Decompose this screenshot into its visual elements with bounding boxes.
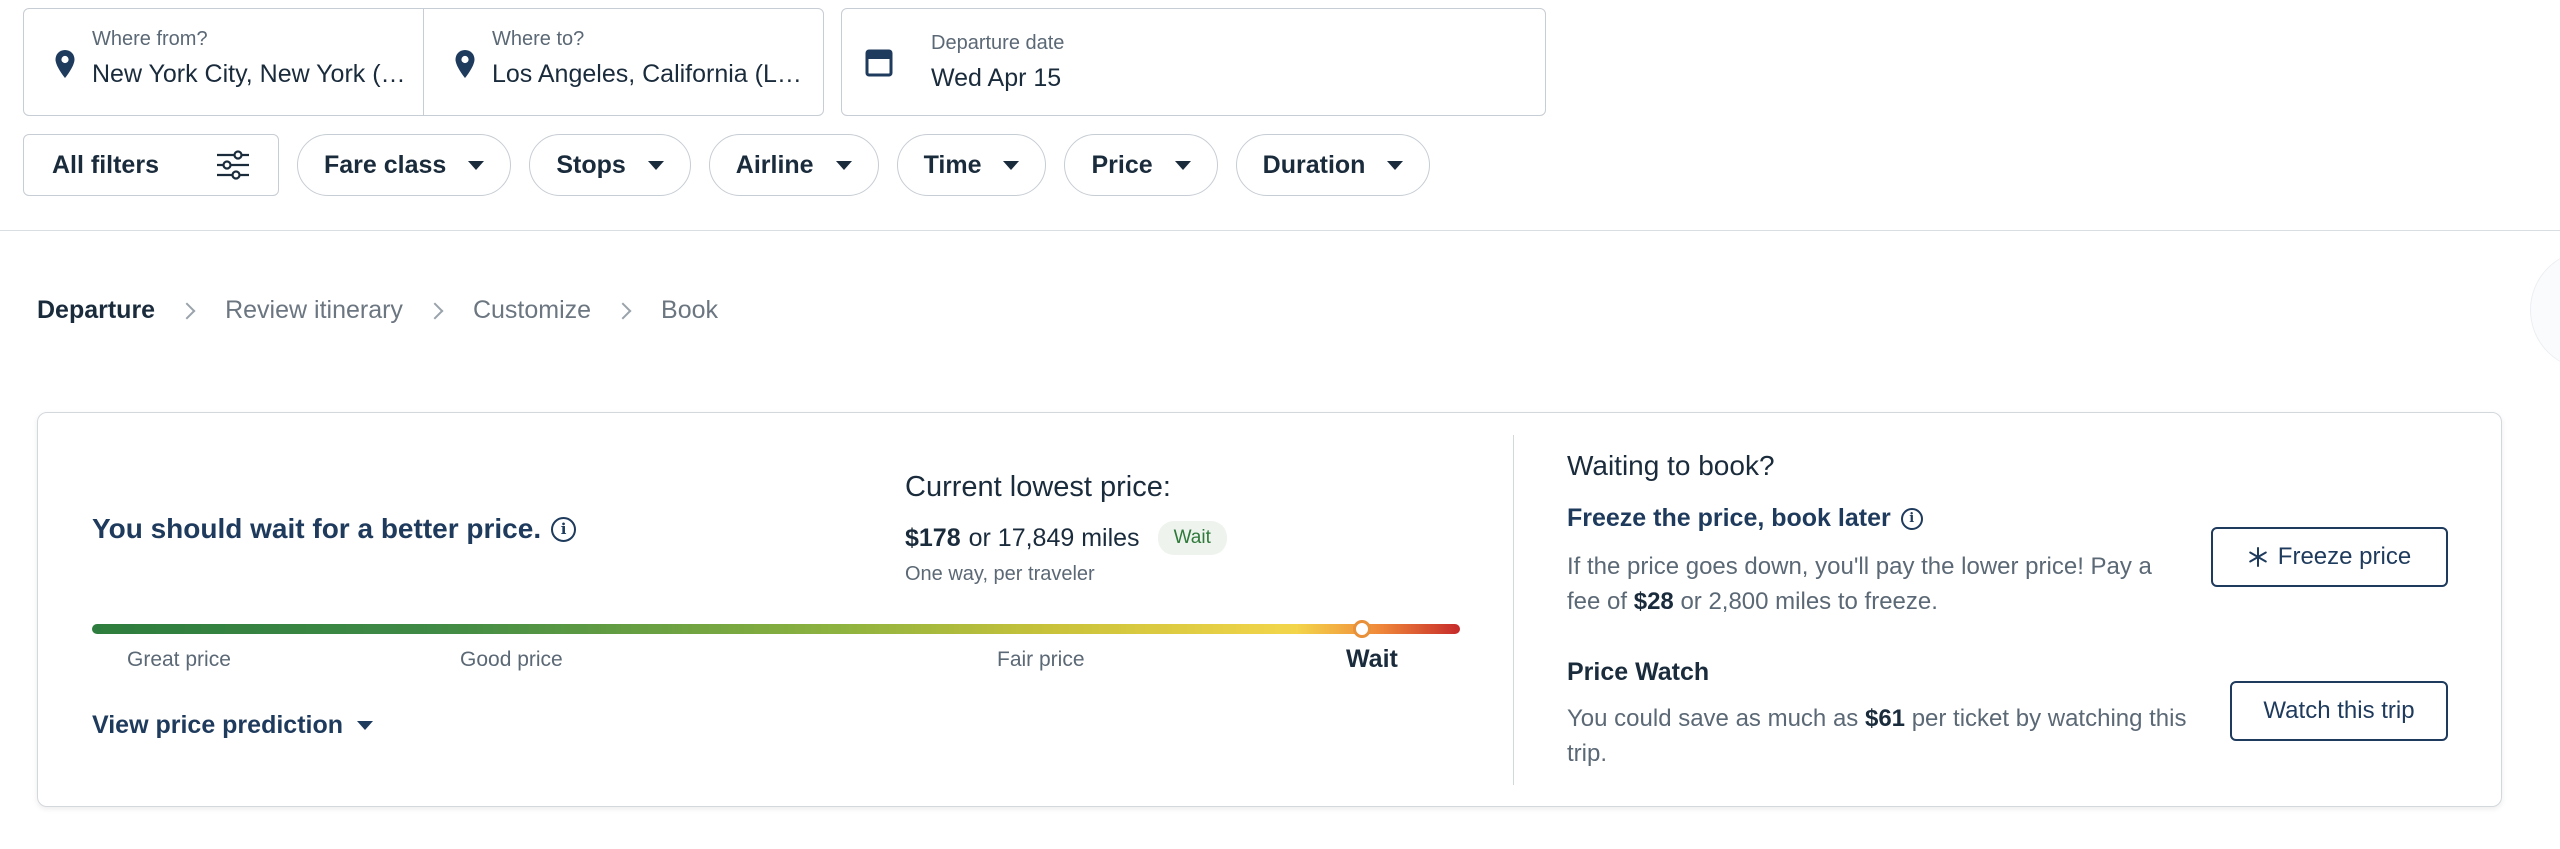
fare-class-label: Fare class bbox=[324, 150, 447, 179]
scale-label-fair: Fair price bbox=[997, 648, 1085, 671]
watch-amount: $61 bbox=[1864, 705, 1906, 732]
chevron-right-icon bbox=[614, 302, 632, 319]
freeze-title: Freeze the price, book later i bbox=[1567, 504, 1923, 533]
chevron-right-icon bbox=[426, 302, 444, 319]
location-box: Where from? New York City, New York (JFK… bbox=[23, 8, 824, 116]
waiting-title: Waiting to book? bbox=[1567, 450, 1775, 481]
filter-row: All filters Fare class Stops Airline Tim… bbox=[23, 134, 1431, 196]
location-pin-icon bbox=[55, 50, 75, 78]
calendar-icon bbox=[865, 49, 893, 77]
header-divider bbox=[0, 230, 2560, 231]
snowflake-icon bbox=[2248, 547, 2267, 567]
time-label: Time bbox=[923, 150, 982, 179]
caret-down-icon bbox=[357, 721, 374, 730]
scale-label-good: Good price bbox=[460, 648, 563, 671]
scale-label-wait: Wait bbox=[1346, 645, 1398, 673]
freeze-description: If the price goes down, you'll pay the l… bbox=[1567, 549, 2187, 619]
sliders-icon bbox=[217, 150, 249, 180]
duration-filter[interactable]: Duration bbox=[1235, 134, 1431, 196]
price-watch-title: Price Watch bbox=[1567, 658, 1710, 686]
airline-filter[interactable]: Airline bbox=[708, 134, 879, 196]
date-label: Departure date bbox=[931, 32, 1065, 54]
recommendation-title: You should wait for a better price. i bbox=[92, 513, 577, 545]
fare-class-filter[interactable]: Fare class bbox=[297, 134, 512, 196]
caret-down-icon bbox=[1174, 160, 1191, 170]
origin-label: Where from? bbox=[92, 28, 208, 50]
price-prediction-card: You should wait for a better price. i Cu… bbox=[37, 412, 2502, 807]
miles-text: or 17,849 miles bbox=[968, 523, 1140, 552]
card-divider bbox=[1513, 435, 1514, 785]
caret-down-icon bbox=[835, 160, 852, 170]
destination-field[interactable]: Where to? Los Angeles, California (LAX) bbox=[423, 9, 823, 115]
freeze-desc-text-2: or 2,800 miles to freeze. bbox=[1680, 588, 1938, 615]
breadcrumb-customize[interactable]: Customize bbox=[473, 296, 591, 325]
info-icon[interactable]: i bbox=[551, 516, 577, 542]
info-icon[interactable]: i bbox=[1900, 507, 1923, 530]
search-row: Where from? New York City, New York (JFK… bbox=[23, 8, 1546, 116]
chevron-right-icon bbox=[178, 302, 196, 319]
origin-value: New York City, New York (JFK) bbox=[92, 60, 410, 88]
watch-trip-label: Watch this trip bbox=[2263, 697, 2415, 724]
price-marker bbox=[1353, 620, 1371, 638]
current-price: $178 bbox=[905, 523, 961, 552]
freeze-title-text: Freeze the price, book later bbox=[1567, 504, 1891, 532]
location-pin-icon bbox=[455, 50, 475, 78]
freeze-price-button[interactable]: Freeze price bbox=[2211, 527, 2448, 587]
recommendation-text: You should wait for a better price. bbox=[92, 513, 542, 544]
destination-value: Los Angeles, California (LAX) bbox=[492, 60, 810, 88]
all-filters-label: All filters bbox=[52, 150, 159, 179]
caret-down-icon bbox=[1003, 160, 1020, 170]
caret-down-icon bbox=[1387, 160, 1404, 170]
caret-down-icon bbox=[468, 160, 485, 170]
side-decoration bbox=[2530, 250, 2560, 370]
price-watch-description: You could save as much as $61 per ticket… bbox=[1567, 701, 2227, 771]
status-badge: Wait bbox=[1157, 521, 1227, 555]
price-scale-bar bbox=[92, 624, 1460, 634]
current-price-label: Current lowest price: bbox=[905, 471, 1171, 503]
origin-field[interactable]: Where from? New York City, New York (JFK… bbox=[24, 9, 423, 115]
caret-down-icon bbox=[647, 160, 664, 170]
freeze-fee: $28 bbox=[1633, 588, 1674, 615]
time-filter[interactable]: Time bbox=[896, 134, 1047, 196]
price-line: $178 or 17,849 miles Wait bbox=[905, 521, 1227, 555]
stops-filter[interactable]: Stops bbox=[529, 134, 691, 196]
watch-trip-button[interactable]: Watch this trip bbox=[2230, 681, 2448, 741]
breadcrumb: Departure Review itinerary Customize Boo… bbox=[37, 296, 718, 325]
freeze-price-label: Freeze price bbox=[2277, 543, 2412, 570]
watch-desc-text-1: You could save as much as bbox=[1567, 705, 1859, 732]
departure-date-field[interactable]: Departure date Wed Apr 15 bbox=[841, 8, 1546, 116]
duration-label: Duration bbox=[1262, 150, 1366, 179]
per-traveler-note: One way, per traveler bbox=[905, 563, 1095, 585]
view-prediction-label: View price prediction bbox=[92, 711, 344, 739]
destination-label: Where to? bbox=[492, 28, 585, 50]
scale-label-great: Great price bbox=[127, 648, 231, 671]
price-filter[interactable]: Price bbox=[1064, 134, 1218, 196]
date-value: Wed Apr 15 bbox=[931, 64, 1062, 92]
breadcrumb-departure[interactable]: Departure bbox=[37, 296, 155, 325]
view-price-prediction-link[interactable]: View price prediction bbox=[92, 711, 374, 740]
all-filters-button[interactable]: All filters bbox=[23, 134, 279, 196]
breadcrumb-book[interactable]: Book bbox=[661, 296, 718, 325]
stops-label: Stops bbox=[556, 150, 626, 179]
price-label: Price bbox=[1091, 150, 1153, 179]
breadcrumb-review-itinerary[interactable]: Review itinerary bbox=[225, 296, 403, 325]
airline-label: Airline bbox=[735, 150, 814, 179]
